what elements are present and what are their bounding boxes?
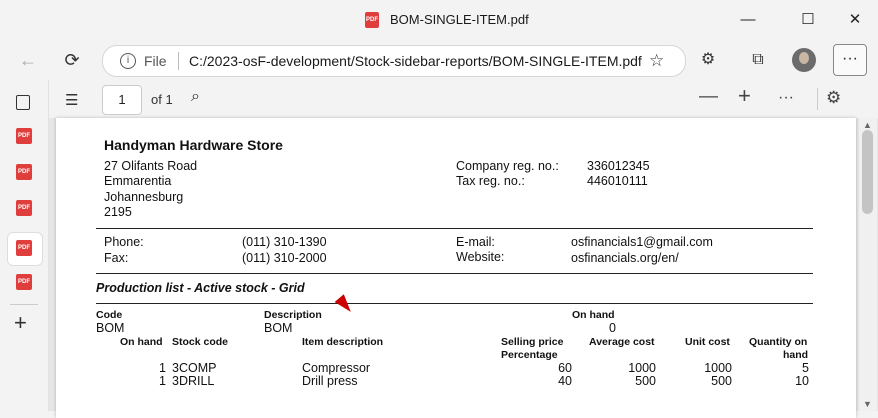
email-label: E-mail: (456, 235, 495, 249)
company-reg-label: Company reg. no.: (456, 159, 559, 173)
row-quantity: 10 (795, 374, 809, 388)
divider-line (96, 303, 813, 304)
bom-on-hand: 0 (609, 321, 616, 335)
address-line: Emmarentia (104, 174, 172, 188)
row-selling-price: 60 (558, 361, 572, 375)
row-quantity: 5 (802, 361, 809, 375)
phone-label: Phone: (104, 235, 144, 249)
collections-icon[interactable]: ⧉ (745, 47, 771, 73)
info-icon[interactable]: i (120, 53, 136, 69)
settings-gear-icon[interactable]: ⚙ (826, 88, 841, 108)
website-label: Website: (456, 250, 505, 264)
zoom-out-button[interactable]: — (699, 86, 718, 108)
col-item-description: Item description (302, 336, 384, 348)
tab-actions-icon[interactable] (16, 95, 30, 110)
row-unit-cost: 500 (711, 374, 732, 388)
tab-pdf-3[interactable]: PDF (16, 200, 32, 216)
new-tab-button[interactable]: + (14, 310, 27, 336)
divider-line (96, 273, 813, 274)
bom-code: BOM (96, 321, 125, 335)
pdf-page: Handyman Hardware Store 27 Olifants Road… (56, 118, 856, 418)
on-hand-header: On hand (572, 309, 615, 321)
tab-pdf-active[interactable]: PDF (16, 240, 32, 256)
report-title: Production list - Active stock - Grid (96, 281, 305, 295)
tax-reg-label: Tax reg. no.: (456, 174, 525, 188)
scroll-down-arrow-icon[interactable]: ▼ (863, 399, 872, 409)
page-number-input[interactable]: 1 (102, 85, 142, 115)
scroll-thumb[interactable] (862, 130, 873, 214)
email-value: osfinancials1@gmail.com (571, 235, 713, 249)
address-divider (178, 52, 179, 70)
col-unit-cost: Unit cost (685, 336, 730, 348)
row-stock-code: 3COMP (172, 361, 217, 375)
row-average-cost: 500 (635, 374, 656, 388)
col-on-hand: On hand (120, 336, 163, 348)
col-quantity-on: Quantity on (749, 336, 808, 348)
row-description: Drill press (302, 374, 358, 388)
company-reg-value: 336012345 (587, 159, 650, 173)
extensions-icon[interactable]: ⚙ (695, 47, 721, 73)
zoom-in-button[interactable]: + (738, 83, 751, 109)
tab-pdf-1[interactable]: PDF (16, 128, 32, 144)
reload-button[interactable]: ⟳ (59, 47, 85, 73)
code-header: Code (96, 309, 123, 321)
window-title: BOM-SINGLE-ITEM.pdf (390, 12, 529, 27)
table-of-contents-icon[interactable]: ☰ (65, 91, 78, 109)
tab-pdf-2[interactable]: PDF (16, 164, 32, 180)
description-header: Description (264, 309, 322, 321)
col-average-cost: Average cost (589, 336, 655, 348)
company-name: Handyman Hardware Store (104, 137, 283, 153)
address-line: 27 Olifants Road (104, 159, 198, 173)
back-button[interactable]: ← (15, 47, 41, 73)
search-icon[interactable]: ⌕ (191, 88, 200, 106)
row-unit-cost: 1000 (704, 361, 732, 375)
col-selling-price: Selling price (501, 336, 564, 348)
title-bar: PDF BOM-SINGLE-ITEM.pdf — ☐ ✕ (0, 0, 878, 40)
maximize-button[interactable]: ☐ (796, 8, 820, 32)
minimize-button[interactable]: — (736, 8, 760, 32)
col-stock-code: Stock code (172, 336, 229, 348)
fax-label: Fax: (104, 251, 129, 265)
col-quantity-hand: hand (783, 349, 809, 361)
browser-menu-button[interactable]: ··· (833, 44, 867, 76)
pdf-file-icon: PDF (365, 12, 379, 28)
sidebar-divider (10, 304, 38, 305)
pdf-viewer: Handyman Hardware Store 27 Olifants Road… (49, 118, 878, 418)
col-percentage: Percentage (501, 349, 558, 361)
close-button[interactable]: ✕ (843, 8, 867, 32)
file-label: File (144, 53, 167, 69)
website-value: osfinancials.org/en/ (571, 251, 679, 265)
divider-line (96, 228, 813, 229)
row-selling-price: 40 (558, 374, 572, 388)
page-count-label: of 1 (151, 92, 173, 107)
url-text[interactable]: C:/2023-osF-development/Stock-sidebar-re… (189, 53, 642, 69)
vertical-tabs-sidebar: PDF PDF PDF PDF PDF + (0, 80, 49, 411)
row-on-hand: 1 (159, 361, 166, 375)
row-description: Compressor (302, 361, 371, 375)
bom-description: BOM (264, 321, 293, 335)
address-line: 2195 (104, 205, 132, 219)
toolbar-divider (817, 88, 818, 110)
pdf-more-button[interactable]: ··· (778, 89, 794, 107)
tab-pdf-5[interactable]: PDF (16, 274, 32, 290)
row-average-cost: 1000 (628, 361, 656, 375)
tax-reg-value: 446010111 (587, 174, 648, 188)
vertical-scrollbar[interactable]: ▲ ▼ (859, 118, 877, 411)
address-line: Johannesburg (104, 190, 184, 204)
add-favorite-icon[interactable]: ☆ (649, 51, 664, 71)
pdf-toolbar: ☰ 1 of 1 ⌕ — + ··· ⚙ (49, 80, 878, 118)
row-stock-code: 3DRILL (172, 374, 215, 388)
address-bar[interactable]: i File C:/2023-osF-development/Stock-sid… (102, 45, 686, 77)
scroll-up-arrow-icon[interactable]: ▲ (863, 120, 872, 130)
row-on-hand: 1 (159, 374, 166, 388)
fax-value: (011) 310-2000 (242, 251, 327, 265)
profile-avatar[interactable] (792, 48, 816, 72)
phone-value: (011) 310-1390 (242, 235, 327, 249)
